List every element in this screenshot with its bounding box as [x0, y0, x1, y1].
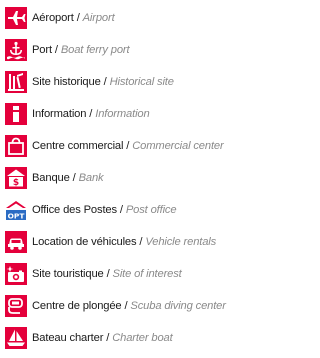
legend-item-label: Aéroport / Airport — [32, 11, 115, 24]
car-rental-icon — [5, 230, 27, 253]
legend-item-information: Information / Information — [5, 100, 249, 127]
bank-icon: $ — [5, 166, 27, 189]
legend-item-airport: Aéroport / Airport — [5, 4, 249, 31]
airplane-icon — [5, 6, 27, 29]
legend-item-historical-site: Site historique / Historical site — [5, 68, 249, 95]
legend-item-commercial-center: Centre commercial / Commercial center — [5, 132, 249, 159]
svg-text:$: $ — [13, 178, 19, 188]
legend-item-label: Site historique / Historical site — [32, 75, 174, 88]
legend-item-label: Location de véhicules / Vehicle rentals — [32, 235, 217, 248]
legend-item-label: Bateau charter / Charter boat — [32, 331, 173, 344]
post-office-icon: OPT — [5, 198, 27, 221]
information-icon — [5, 102, 27, 125]
camera-icon — [5, 262, 27, 285]
legend-item-label: Banque / Bank — [32, 171, 104, 184]
ferry-port-icon — [5, 38, 27, 61]
legend-item-bank: $ Banque / Bank — [5, 164, 249, 191]
historical-site-icon — [5, 70, 27, 93]
svg-text:OPT: OPT — [8, 211, 25, 220]
legend-item-label: Office des Postes / Post office — [32, 203, 177, 216]
map-legend: Aéroport / Airport Port / Boat ferry por… — [0, 0, 249, 358]
legend-item-post-office: OPT Office des Postes / Post office — [5, 196, 249, 223]
legend-item-scuba-diving: Centre de plongée / Scuba diving center — [5, 292, 249, 319]
legend-item-port: Port / Boat ferry port — [5, 36, 249, 63]
legend-item-label: Centre de plongée / Scuba diving center — [32, 299, 226, 312]
diving-icon — [5, 294, 27, 317]
legend-item-label: Port / Boat ferry port — [32, 43, 130, 56]
legend-item-vehicle-rentals: Location de véhicules / Vehicle rentals — [5, 228, 249, 255]
legend-item-label: Centre commercial / Commercial center — [32, 139, 224, 152]
legend-item-label: Site touristique / Site of interest — [32, 267, 182, 280]
sailboat-icon — [5, 326, 27, 349]
legend-item-charter-boat: Bateau charter / Charter boat — [5, 324, 249, 351]
legend-item-label: Information / Information — [32, 107, 150, 120]
shopping-bag-icon — [5, 134, 27, 157]
legend-item-site-of-interest: Site touristique / Site of interest — [5, 260, 249, 287]
